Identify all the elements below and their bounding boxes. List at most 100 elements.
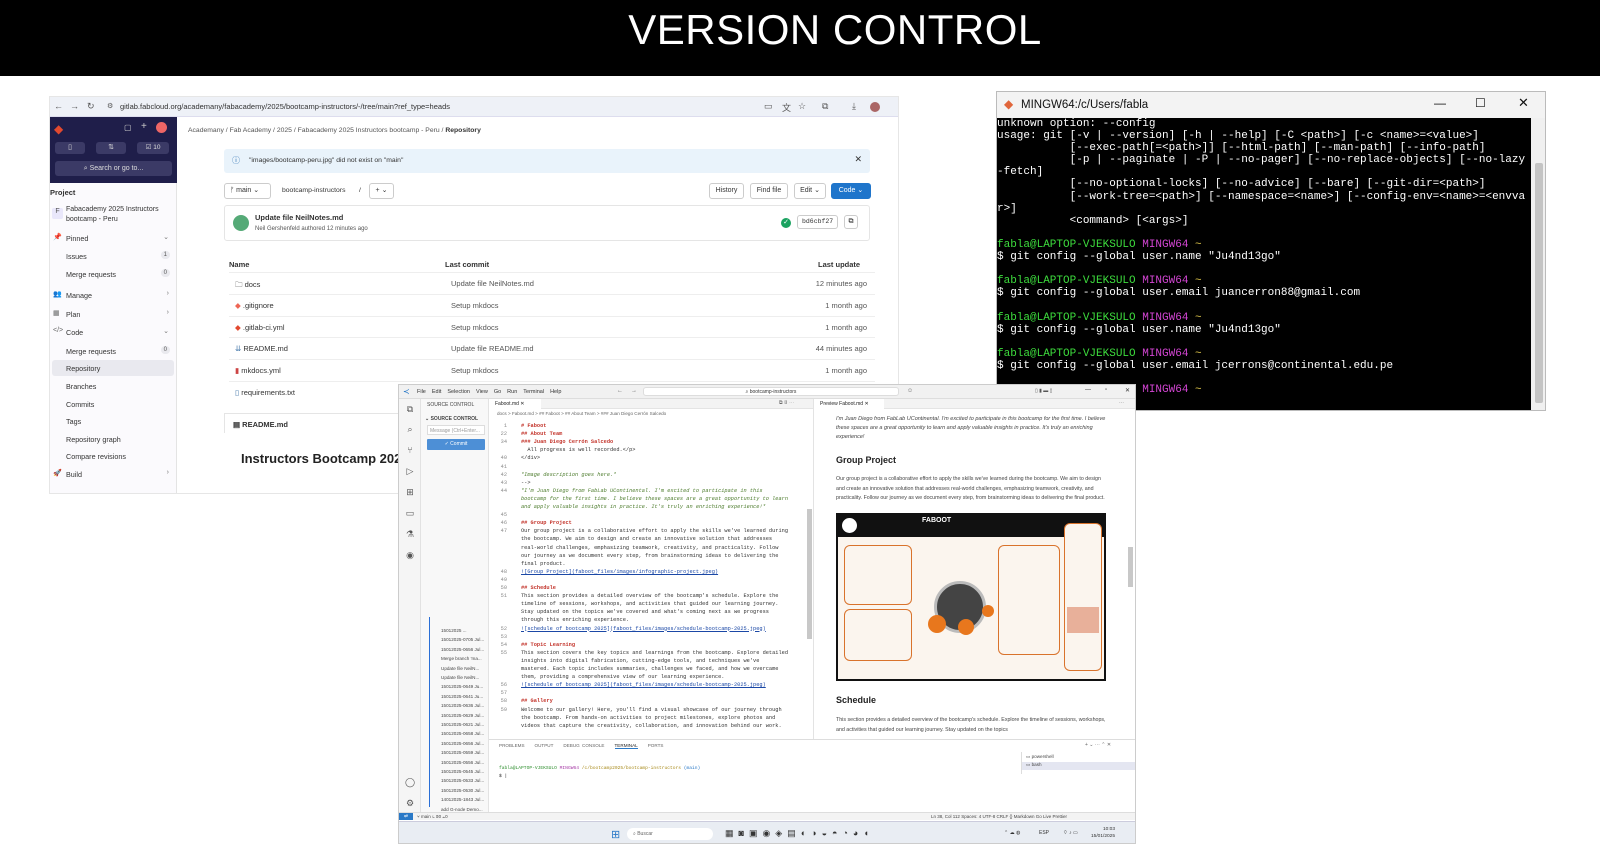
breadcrumb-item[interactable]: Fab Academy [230,127,272,134]
table-row[interactable]: ◆ .gitignore Setup mkdocs 1 month ago [229,294,875,315]
editor-breadcrumb[interactable]: docs > Faboot.md > ## Faboot > ## About … [497,411,666,416]
download-icon[interactable]: ⤓ [852,101,856,112]
commit-graph-item[interactable]: 15012025-0545 Jul... [441,769,488,778]
cast-icon[interactable]: ▭ [764,101,773,112]
back-arrow-icon[interactable]: ← [54,101,63,111]
panel-tab[interactable]: TERMINAL [614,743,638,749]
terminal-output[interactable]: unknown option: --config usage: git [-v |… [997,118,1531,410]
sidebar-item-code[interactable]: </> Code ⌄ [50,324,177,340]
status-right[interactable]: Ln 38, Col 112 Spaces: 4 UTF-8 CRLF {} M… [931,814,1067,819]
menu-item[interactable]: Selection [447,389,470,395]
commit-graph-item[interactable]: 15012025-0636 Jul... [441,703,488,712]
breadcrumb-item[interactable]: 2025 [277,127,292,134]
profile-avatar[interactable] [870,102,880,112]
commit-sha[interactable]: bd6cbf27 [797,215,839,229]
sidebar-item-merge-requests[interactable]: Merge requests 0 [50,266,177,282]
commit-graph-item[interactable]: Merge branch 'ma... [441,656,488,665]
language-indicator[interactable]: ESP [1039,830,1049,836]
search-icon[interactable]: ⌕ [404,423,416,435]
todo-shortcut[interactable]: ☑ 10 [137,142,169,154]
menu-item[interactable]: File [417,389,426,395]
integrated-terminal-prompt[interactable]: fabla@LAPTOP-VJEKSULO MINGW64 /c/bootcam… [499,766,700,771]
branch-selector[interactable]: ᚠ main ⌄ [224,183,271,199]
sidebar-item-commits[interactable]: Commits [50,396,177,412]
commit-graph-item[interactable]: 15012025-0705 Jul... [441,637,488,646]
pipeline-status-icon[interactable]: ✓ [781,218,791,228]
sidebar-item-code-merge-requests[interactable]: Merge requests 0 [50,343,177,359]
panel-tab[interactable]: DEBUG CONSOLE [563,743,604,748]
panel-tab[interactable]: PROBLEMS [499,743,525,748]
panel-tab[interactable]: OUTPUT [535,743,554,748]
source-control-icon[interactable]: ⑂ [404,444,416,456]
code-button[interactable]: Code ⌄ [831,183,871,199]
close-icon[interactable]: ✕ [854,154,862,165]
address-bar[interactable]: gitlab.fabcloud.org/academany/fabacademy… [120,102,450,111]
status-branch[interactable]: ⑂ main ↻ ⊗0 ⚠0 [417,814,448,819]
menu-item[interactable]: View [476,389,488,395]
sidebar-item-pinned[interactable]: 📌 Pinned ⌄ [50,230,177,246]
shell-item-bash[interactable]: ▭ bash [1022,762,1135,770]
commit-graph-item[interactable]: 15012025-0649 Ju... [441,684,488,693]
explorer-icon[interactable]: ⧉ [404,403,416,415]
reload-icon[interactable]: ↻ [87,101,95,112]
commit-graph-item[interactable]: 15012025-0656 Jul... [441,741,488,750]
remote-explorer-icon[interactable]: ▭ [404,507,416,519]
forward-arrow-icon[interactable]: → [631,388,637,394]
menu-item[interactable]: Help [550,389,561,395]
commit-graph-item[interactable]: 15012025 ... [441,628,488,637]
scrollbar-thumb[interactable] [1535,163,1543,403]
new-item-icon[interactable]: + [141,121,147,132]
system-tray-icons[interactable]: ⌃ ☁ ◍ [1004,830,1020,836]
sidebar-item-plan[interactable]: ▦ Plan › [50,306,177,322]
close-icon[interactable]: ✕ [520,401,524,407]
remote-indicator-icon[interactable]: ⇄ [399,813,413,820]
sidebar-item-build[interactable]: 🚀 Build › [50,466,177,482]
user-avatar[interactable] [156,122,167,133]
terminal-cursor-line[interactable]: $ | [499,774,507,779]
copilot-chat-icon[interactable]: ◉ [404,549,416,561]
gear-icon[interactable]: ⚙ [404,797,416,809]
sidebar-item-branches[interactable]: Branches [50,378,177,394]
sidebar-item-tags[interactable]: Tags [50,413,177,429]
search-box[interactable]: ⌕ Search or go to... [55,161,172,176]
maximize-icon[interactable]: ☐ [1475,96,1486,110]
panel-actions-icons[interactable]: + ⌄ ⋯ ⌃ ✕ [1085,742,1111,748]
editor-scrollbar[interactable] [807,509,812,639]
commit-title[interactable]: Update file NeilNotes.md [255,213,343,222]
menu-item[interactable]: Edit [432,389,441,395]
close-icon[interactable]: ✕ [1518,95,1529,111]
taskbar-clock[interactable]: 10:03 15/01/2025 [1091,826,1115,840]
sidebar-item-issues[interactable]: Issues 1 [50,248,177,264]
breadcrumb-item[interactable]: Academany [188,127,224,134]
close-icon[interactable]: ✕ [864,401,868,407]
terminal-scrollbar[interactable] [1531,118,1545,410]
sidebar-item-compare-revisions[interactable]: Compare revisions [50,448,177,464]
preview-scrollbar[interactable] [1128,547,1133,587]
split-editor-icon[interactable]: ⧉ ▯ ⋯ [779,400,794,406]
sidebar-item-manage[interactable]: 👥 Manage › [50,287,177,303]
taskbar-app-icons[interactable]: ▦◙▣◉◈▤◐◑◒◓◔◕◖ [725,828,874,839]
sidebar-item-repository-graph[interactable]: Repository graph [50,431,177,447]
table-row[interactable]: ⇊ README.md Update file README.md 44 minut… [229,337,875,358]
merge-requests-shortcut-icon[interactable]: ⇅ [96,142,126,154]
command-search-box[interactable]: ⌕ bootcamp-instructors [643,387,899,396]
commit-graph-item[interactable]: 15012025-0533 Jul... [441,778,488,787]
shell-item-powershell[interactable]: ▭ powershell [1026,754,1054,760]
close-icon[interactable]: ✕ [1125,387,1130,394]
commit-graph-item[interactable]: 15012025-0656 Jul... [441,647,488,656]
history-button[interactable]: History [709,183,744,199]
run-debug-icon[interactable]: ▷ [404,465,416,477]
menu-item[interactable]: Run [507,389,517,395]
commit-graph-item[interactable]: 15012025-0559 Jul... [441,750,488,759]
sidebar-item-repository[interactable]: Repository [52,360,174,376]
menu-item[interactable]: Go [494,389,501,395]
edit-button[interactable]: Edit ⌄ [794,183,826,199]
maximize-icon[interactable]: ▫ [1105,387,1107,393]
layout-toggle-icons[interactable]: ▯ ▮ ▬ ▯ [1035,388,1052,394]
more-actions-icon[interactable]: ⋯ [1119,400,1124,406]
add-file-button[interactable]: + ⌄ [369,183,394,199]
minimize-icon[interactable]: — [1434,96,1446,110]
menu-item[interactable]: Terminal [523,389,544,395]
commit-graph-item[interactable]: Update file NeilN... [441,675,488,684]
issues-shortcut-icon[interactable]: ▯ [55,142,85,154]
